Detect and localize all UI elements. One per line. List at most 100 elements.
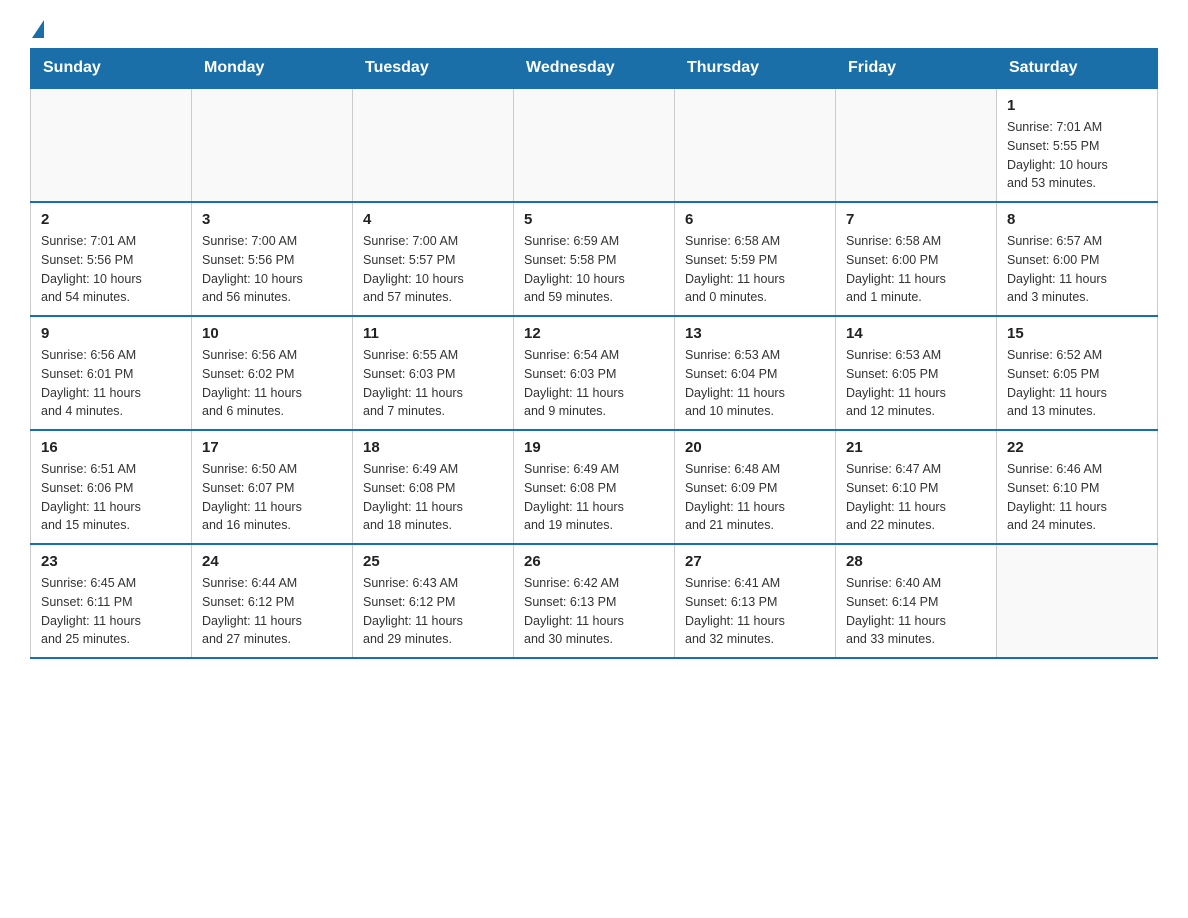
calendar-table: SundayMondayTuesdayWednesdayThursdayFrid…: [30, 48, 1158, 659]
day-number: 16: [41, 439, 181, 456]
calendar-day-cell: 5Sunrise: 6:59 AM Sunset: 5:58 PM Daylig…: [514, 202, 675, 316]
day-number: 3: [202, 211, 342, 228]
calendar-day-cell: [192, 88, 353, 202]
calendar-day-cell: 20 Sunrise: 6:48 AM Sunset: 6:09 PM Dayli…: [675, 430, 836, 544]
calendar-day-header: Sunday: [31, 49, 192, 89]
calendar-day-cell: 16 Sunrise: 6:51 AM Sunset: 6:06 PM Dayli…: [31, 430, 192, 544]
day-number: 8: [1007, 211, 1147, 228]
calendar-day-cell: 2 Sunrise: 7:01 AM Sunset: 5:56 PM Daylig…: [31, 202, 192, 316]
calendar-day-cell: 4 Sunrise: 7:00 AM Sunset: 5:57 PM Daylig…: [353, 202, 514, 316]
calendar-day-cell: 18 Sunrise: 6:49 AM Sunset: 6:08 PM Dayli…: [353, 430, 514, 544]
calendar-day-header: Wednesday: [514, 49, 675, 89]
day-info: Sunrise: 6:42 AM Sunset: 6:13 PM Dayligh…: [524, 574, 664, 649]
page-header: [30, 20, 1158, 38]
calendar-day-cell: [675, 88, 836, 202]
calendar-day-cell: 11 Sunrise: 6:55 AM Sunset: 6:03 PM Dayli…: [353, 316, 514, 430]
calendar-day-header: Friday: [836, 49, 997, 89]
logo-triangle-icon: [32, 20, 44, 38]
calendar-week-row: 23 Sunrise: 6:45 AM Sunset: 6:11 PM Dayli…: [31, 544, 1158, 658]
day-info: Sunrise: 6:46 AM Sunset: 6:10 PM Dayligh…: [1007, 460, 1147, 535]
day-number: 2: [41, 211, 181, 228]
day-number: 15: [1007, 325, 1147, 342]
calendar-day-cell: 28 Sunrise: 6:40 AM Sunset: 6:14 PM Dayli…: [836, 544, 997, 658]
day-info: Sunrise: 6:47 AM Sunset: 6:10 PM Dayligh…: [846, 460, 986, 535]
calendar-week-row: 2 Sunrise: 7:01 AM Sunset: 5:56 PM Daylig…: [31, 202, 1158, 316]
calendar-week-row: 16 Sunrise: 6:51 AM Sunset: 6:06 PM Dayli…: [31, 430, 1158, 544]
day-number: 21: [846, 439, 986, 456]
calendar-day-cell: [997, 544, 1158, 658]
day-info: Sunrise: 6:50 AM Sunset: 6:07 PM Dayligh…: [202, 460, 342, 535]
day-number: 13: [685, 325, 825, 342]
calendar-day-cell: 8 Sunrise: 6:57 AM Sunset: 6:00 PM Daylig…: [997, 202, 1158, 316]
day-number: 18: [363, 439, 503, 456]
day-number: 5: [524, 211, 664, 228]
calendar-day-header: Monday: [192, 49, 353, 89]
day-info: Sunrise: 7:01 AM Sunset: 5:55 PM Dayligh…: [1007, 118, 1147, 193]
calendar-day-cell: 14 Sunrise: 6:53 AM Sunset: 6:05 PM Dayli…: [836, 316, 997, 430]
day-number: 23: [41, 553, 181, 570]
calendar-day-cell: 15 Sunrise: 6:52 AM Sunset: 6:05 PM Dayli…: [997, 316, 1158, 430]
day-info: Sunrise: 6:45 AM Sunset: 6:11 PM Dayligh…: [41, 574, 181, 649]
calendar-day-cell: 9 Sunrise: 6:56 AM Sunset: 6:01 PM Daylig…: [31, 316, 192, 430]
calendar-day-cell: [31, 88, 192, 202]
day-number: 10: [202, 325, 342, 342]
day-info: Sunrise: 6:53 AM Sunset: 6:04 PM Dayligh…: [685, 346, 825, 421]
day-info: Sunrise: 6:40 AM Sunset: 6:14 PM Dayligh…: [846, 574, 986, 649]
day-info: Sunrise: 6:49 AM Sunset: 6:08 PM Dayligh…: [363, 460, 503, 535]
day-info: Sunrise: 6:56 AM Sunset: 6:02 PM Dayligh…: [202, 346, 342, 421]
day-info: Sunrise: 7:00 AM Sunset: 5:56 PM Dayligh…: [202, 232, 342, 307]
calendar-day-header: Saturday: [997, 49, 1158, 89]
day-info: Sunrise: 6:52 AM Sunset: 6:05 PM Dayligh…: [1007, 346, 1147, 421]
day-info: Sunrise: 6:48 AM Sunset: 6:09 PM Dayligh…: [685, 460, 825, 535]
calendar-day-cell: 27 Sunrise: 6:41 AM Sunset: 6:13 PM Dayli…: [675, 544, 836, 658]
day-info: Sunrise: 7:00 AM Sunset: 5:57 PM Dayligh…: [363, 232, 503, 307]
calendar-week-row: 1 Sunrise: 7:01 AM Sunset: 5:55 PM Daylig…: [31, 88, 1158, 202]
calendar-day-cell: [836, 88, 997, 202]
calendar-day-header: Tuesday: [353, 49, 514, 89]
day-number: 27: [685, 553, 825, 570]
logo: [30, 20, 44, 38]
day-number: 28: [846, 553, 986, 570]
calendar-week-row: 9 Sunrise: 6:56 AM Sunset: 6:01 PM Daylig…: [31, 316, 1158, 430]
calendar-day-cell: 24Sunrise: 6:44 AM Sunset: 6:12 PM Dayli…: [192, 544, 353, 658]
day-info: Sunrise: 6:49 AM Sunset: 6:08 PM Dayligh…: [524, 460, 664, 535]
day-number: 19: [524, 439, 664, 456]
calendar-header-row: SundayMondayTuesdayWednesdayThursdayFrid…: [31, 49, 1158, 89]
day-number: 14: [846, 325, 986, 342]
day-info: Sunrise: 6:58 AM Sunset: 6:00 PM Dayligh…: [846, 232, 986, 307]
day-number: 26: [524, 553, 664, 570]
day-number: 6: [685, 211, 825, 228]
day-info: Sunrise: 6:43 AM Sunset: 6:12 PM Dayligh…: [363, 574, 503, 649]
day-info: Sunrise: 6:54 AM Sunset: 6:03 PM Dayligh…: [524, 346, 664, 421]
calendar-day-cell: 25 Sunrise: 6:43 AM Sunset: 6:12 PM Dayli…: [353, 544, 514, 658]
day-number: 12: [524, 325, 664, 342]
calendar-day-cell: 17 Sunrise: 6:50 AM Sunset: 6:07 PM Dayli…: [192, 430, 353, 544]
calendar-day-cell: 7Sunrise: 6:58 AM Sunset: 6:00 PM Daylig…: [836, 202, 997, 316]
day-info: Sunrise: 6:55 AM Sunset: 6:03 PM Dayligh…: [363, 346, 503, 421]
day-info: Sunrise: 6:51 AM Sunset: 6:06 PM Dayligh…: [41, 460, 181, 535]
calendar-day-cell: 1 Sunrise: 7:01 AM Sunset: 5:55 PM Daylig…: [997, 88, 1158, 202]
day-info: Sunrise: 6:56 AM Sunset: 6:01 PM Dayligh…: [41, 346, 181, 421]
day-number: 9: [41, 325, 181, 342]
day-number: 4: [363, 211, 503, 228]
day-info: Sunrise: 6:58 AM Sunset: 5:59 PM Dayligh…: [685, 232, 825, 307]
day-number: 17: [202, 439, 342, 456]
day-info: Sunrise: 7:01 AM Sunset: 5:56 PM Dayligh…: [41, 232, 181, 307]
day-info: Sunrise: 6:41 AM Sunset: 6:13 PM Dayligh…: [685, 574, 825, 649]
calendar-day-cell: 22 Sunrise: 6:46 AM Sunset: 6:10 PM Dayli…: [997, 430, 1158, 544]
day-number: 25: [363, 553, 503, 570]
calendar-day-cell: [353, 88, 514, 202]
day-number: 22: [1007, 439, 1147, 456]
calendar-day-cell: 12 Sunrise: 6:54 AM Sunset: 6:03 PM Dayli…: [514, 316, 675, 430]
calendar-day-header: Thursday: [675, 49, 836, 89]
day-number: 20: [685, 439, 825, 456]
day-number: 11: [363, 325, 503, 342]
calendar-day-cell: 26 Sunrise: 6:42 AM Sunset: 6:13 PM Dayli…: [514, 544, 675, 658]
day-number: 1: [1007, 97, 1147, 114]
calendar-day-cell: 23 Sunrise: 6:45 AM Sunset: 6:11 PM Dayli…: [31, 544, 192, 658]
calendar-day-cell: 3 Sunrise: 7:00 AM Sunset: 5:56 PM Daylig…: [192, 202, 353, 316]
day-info: Sunrise: 6:53 AM Sunset: 6:05 PM Dayligh…: [846, 346, 986, 421]
day-info: Sunrise: 6:57 AM Sunset: 6:00 PM Dayligh…: [1007, 232, 1147, 307]
calendar-day-cell: 13 Sunrise: 6:53 AM Sunset: 6:04 PM Dayli…: [675, 316, 836, 430]
calendar-day-cell: 6 Sunrise: 6:58 AM Sunset: 5:59 PM Daylig…: [675, 202, 836, 316]
